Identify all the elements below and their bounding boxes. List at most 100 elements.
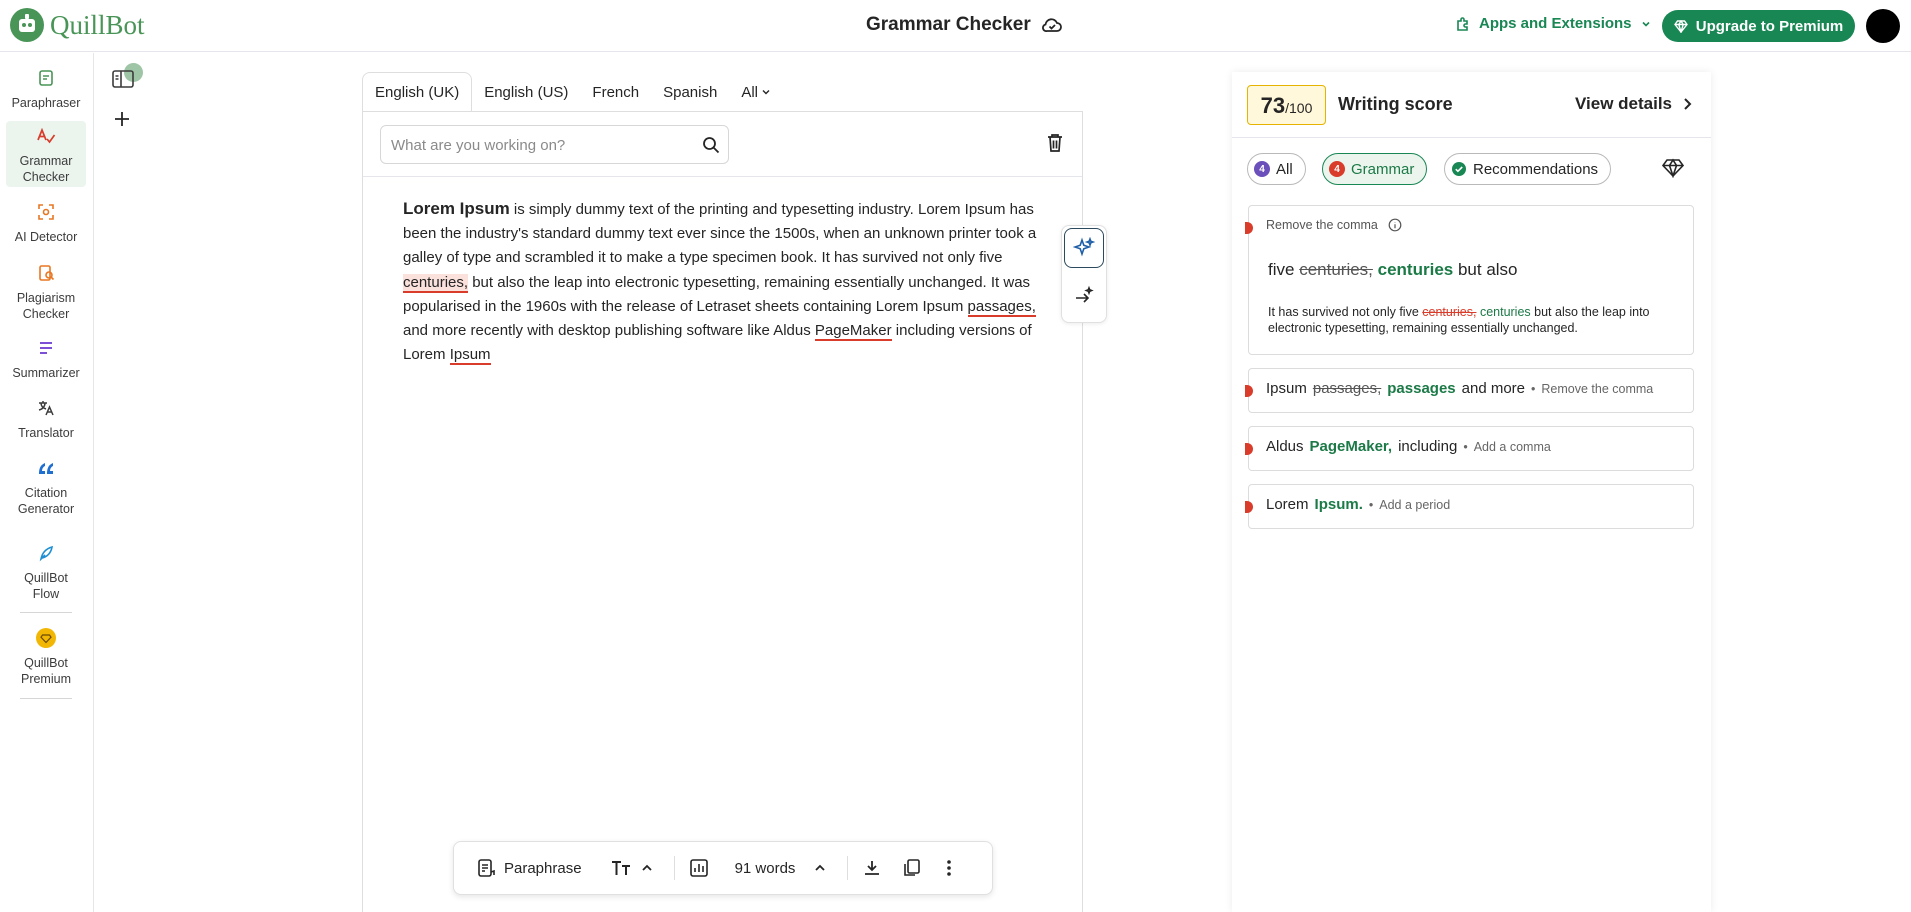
- ai-detector-icon: [35, 201, 57, 223]
- check-circle-icon: [1451, 161, 1467, 177]
- count-badge: 4: [1329, 161, 1345, 177]
- filter-label: Grammar: [1351, 160, 1415, 178]
- upgrade-label: Upgrade to Premium: [1695, 17, 1844, 35]
- cloud-sync-icon[interactable]: [1041, 16, 1063, 34]
- context-fix: centuries: [1479, 305, 1531, 319]
- sidebar-divider: [20, 698, 72, 699]
- info-icon[interactable]: [1388, 218, 1402, 232]
- removed-text: centuries,: [1299, 260, 1373, 279]
- paraphrase-icon: [476, 858, 496, 878]
- tab-spanish[interactable]: Spanish: [651, 72, 729, 112]
- sidebar-item-citation-generator[interactable]: Citation Generator: [6, 453, 86, 517]
- paraphraser-icon: [35, 67, 57, 89]
- suggestion-title-text: Remove the comma: [1266, 218, 1378, 232]
- editor-panel: Lorem Ipsum is simply dummy text of the …: [362, 111, 1083, 912]
- suggestion-card[interactable]: Aldus PageMaker, including • Add a comma: [1245, 426, 1694, 471]
- text-lead: Lorem Ipsum: [403, 199, 510, 218]
- user-avatar[interactable]: [1866, 9, 1900, 43]
- suggestion-context: It has survived not only five centuries,…: [1268, 304, 1678, 336]
- sparkle-icon: [1073, 237, 1095, 259]
- more-options-button[interactable]: [946, 858, 952, 878]
- sidebar-item-plagiarism-checker[interactable]: Plagiarism Checker: [6, 258, 86, 322]
- chevron-up-icon: [813, 861, 827, 875]
- suggestion-card[interactable]: Lorem Ipsum. • Add a period: [1245, 484, 1694, 529]
- sidebar-item-summarizer[interactable]: Summarizer: [6, 333, 86, 383]
- filter-recommendations[interactable]: Recommendations: [1444, 153, 1612, 185]
- ai-sparkle-button[interactable]: [1064, 228, 1104, 268]
- filter-all[interactable]: 4 All: [1247, 153, 1306, 185]
- download-icon: [862, 858, 882, 878]
- grammar-error-underline[interactable]: PageMaker: [814, 322, 892, 342]
- grammar-error-highlight[interactable]: centuries,: [403, 273, 469, 293]
- toolbar-separator: [673, 856, 675, 880]
- sidebar-item-ai-detector[interactable]: AI Detector: [6, 197, 86, 247]
- context-before: Lorem: [1266, 496, 1309, 513]
- sidebar-item-label: Citation Generator: [17, 486, 75, 516]
- bullet-separator: •: [1531, 381, 1536, 396]
- error-marker: [1245, 385, 1253, 397]
- suggestion-type: Add a comma: [1473, 439, 1551, 454]
- upgrade-to-premium-button[interactable]: Upgrade to Premium: [1662, 10, 1855, 42]
- search-input[interactable]: [391, 134, 681, 156]
- add-icon[interactable]: [112, 109, 132, 129]
- word-count-button[interactable]: 91 words: [735, 860, 828, 877]
- context-removed: centuries,: [1422, 305, 1477, 319]
- paraphrase-button[interactable]: Paraphrase: [476, 858, 582, 878]
- tab-all-label: All: [741, 83, 758, 101]
- grammar-error-underline[interactable]: Ipsum: [449, 346, 491, 366]
- toggle-panel-icon[interactable]: [112, 70, 134, 88]
- context-before: Ipsum: [1266, 380, 1307, 397]
- filter-label: All: [1276, 160, 1293, 178]
- sidebar-item-translator[interactable]: Translator: [6, 393, 86, 443]
- puzzle-icon: [1455, 16, 1471, 32]
- sidebar-item-quillbot-flow[interactable]: QuillBot Flow: [6, 538, 86, 602]
- editor-text[interactable]: Lorem Ipsum is simply dummy text of the …: [403, 197, 1043, 367]
- writing-score-max: /100: [1285, 100, 1313, 116]
- suggestion-card[interactable]: Ipsum passages, passages and more • Remo…: [1245, 368, 1694, 413]
- tab-french[interactable]: French: [580, 72, 651, 112]
- filter-grammar[interactable]: 4 Grammar: [1322, 153, 1428, 185]
- sidebar-item-label: QuillBot Flow: [24, 571, 68, 601]
- context-after: but also: [1457, 260, 1518, 279]
- copy-button[interactable]: [902, 858, 922, 878]
- diamond-icon: [1673, 19, 1688, 33]
- sidebar-item-grammar-checker[interactable]: Grammar Checker: [6, 121, 86, 187]
- sidebar-item-paraphraser[interactable]: Paraphraser: [6, 63, 86, 121]
- apps-and-extensions-button[interactable]: Apps and Extensions: [1455, 15, 1652, 32]
- search-field[interactable]: [380, 125, 729, 164]
- sidebar-item-label: Summarizer: [12, 366, 80, 380]
- arrow-sparkle-icon: [1073, 285, 1095, 307]
- quillbot-flow-icon: [35, 542, 57, 564]
- diamond-icon[interactable]: [1662, 158, 1684, 178]
- word-count: 91 words: [734, 859, 796, 877]
- tab-english-uk[interactable]: English (UK): [362, 72, 473, 112]
- suggestion-card-expanded[interactable]: Remove the comma five centuries, centuri…: [1245, 205, 1694, 355]
- editor-toolbar: [363, 112, 1082, 177]
- search-icon[interactable]: [701, 135, 721, 155]
- quillbot-logo[interactable]: QuillBot: [10, 8, 145, 42]
- panel-divider: [1232, 137, 1711, 138]
- view-details-link[interactable]: View details: [1575, 94, 1692, 114]
- trash-icon[interactable]: [1046, 133, 1064, 153]
- sidebar-item-quillbot-premium[interactable]: QuillBot Premium: [6, 623, 86, 687]
- quillbot-logo-icon: [10, 8, 44, 42]
- suggestion-row: Ipsum passages, passages and more • Remo…: [1266, 380, 1653, 397]
- context-before: five: [1268, 260, 1295, 279]
- tab-english-us[interactable]: English (US): [472, 72, 580, 112]
- accept-suggestion[interactable]: centuries: [1378, 260, 1454, 279]
- grammar-error-underline[interactable]: passages,: [967, 297, 1036, 317]
- text-size-button[interactable]: [610, 859, 654, 877]
- statistics-button[interactable]: [689, 858, 709, 878]
- grammar-checker-icon: [35, 125, 57, 147]
- fix-all-button[interactable]: [1064, 276, 1104, 316]
- context-after: including: [1398, 438, 1458, 455]
- error-marker: [1245, 501, 1253, 513]
- sidebar-item-label: Plagiarism Checker: [16, 291, 76, 321]
- download-button[interactable]: [862, 858, 882, 878]
- chevron-right-icon: [1682, 97, 1692, 111]
- tab-all[interactable]: All: [729, 72, 783, 112]
- bar-chart-icon: [689, 858, 709, 878]
- suggestion-row: Aldus PageMaker, including • Add a comma: [1266, 438, 1551, 455]
- context-after: and more: [1461, 380, 1526, 397]
- context-before: Aldus: [1266, 438, 1304, 455]
